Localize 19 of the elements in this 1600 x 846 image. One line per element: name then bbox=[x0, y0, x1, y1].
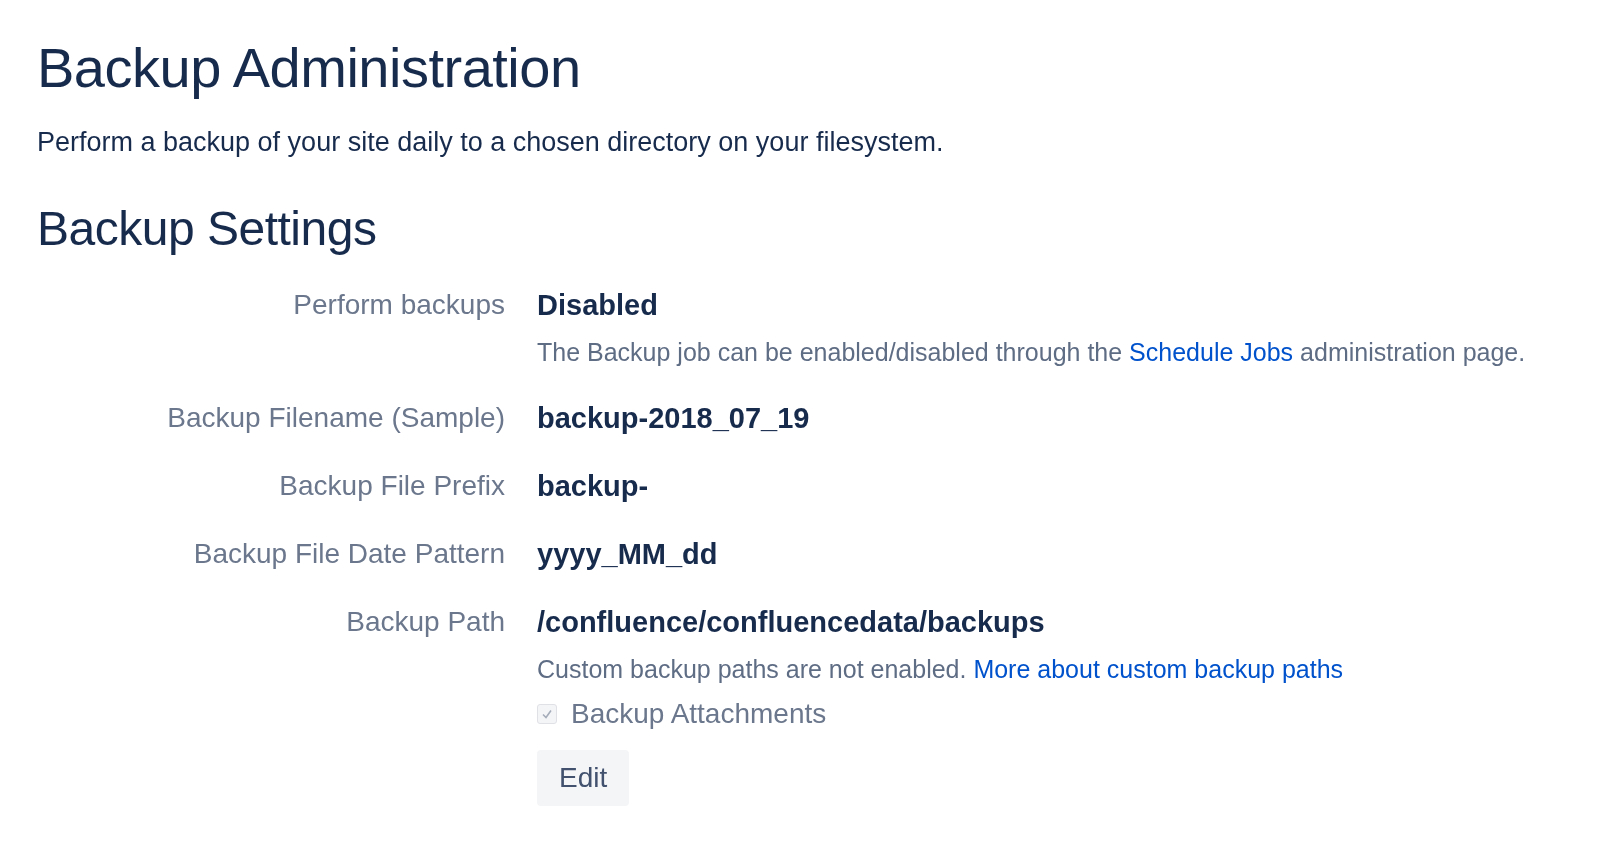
section-title: Backup Settings bbox=[37, 201, 378, 258]
help-text: The Backup job can be enabled/disabled through the Schedule Jobs administration page. bbox=[537, 337, 1527, 367]
field-label: Perform backups bbox=[292, 287, 505, 322]
field-value: backup- bbox=[537, 468, 650, 503]
field-label: Backup Filename (Sample) bbox=[166, 400, 505, 435]
field-label: Backup File Prefix bbox=[278, 468, 505, 503]
field-value: yyyy_MM_dd bbox=[537, 536, 719, 571]
page-description: Perform a backup of your site daily to a chosen directory on your filesystem. bbox=[37, 127, 945, 159]
help-link[interactable]: More about custom backup paths bbox=[973, 654, 1344, 683]
field-label: Backup Path bbox=[345, 604, 505, 639]
help-text: Custom backup paths are not enabled. More about custom backup paths bbox=[537, 654, 1345, 684]
field-value: /confluence/confluencedata/backups bbox=[537, 604, 1046, 639]
page-title: Backup Administration bbox=[37, 35, 582, 101]
field-label: Backup File Date Pattern bbox=[192, 536, 505, 571]
checkbox-label: Backup Attachments bbox=[571, 697, 827, 730]
help-link[interactable]: Schedule Jobs bbox=[1129, 337, 1294, 366]
edit-button[interactable]: Edit bbox=[537, 749, 630, 806]
field-value: backup-2018_07_19 bbox=[537, 400, 811, 435]
field-value: Disabled bbox=[537, 287, 659, 322]
